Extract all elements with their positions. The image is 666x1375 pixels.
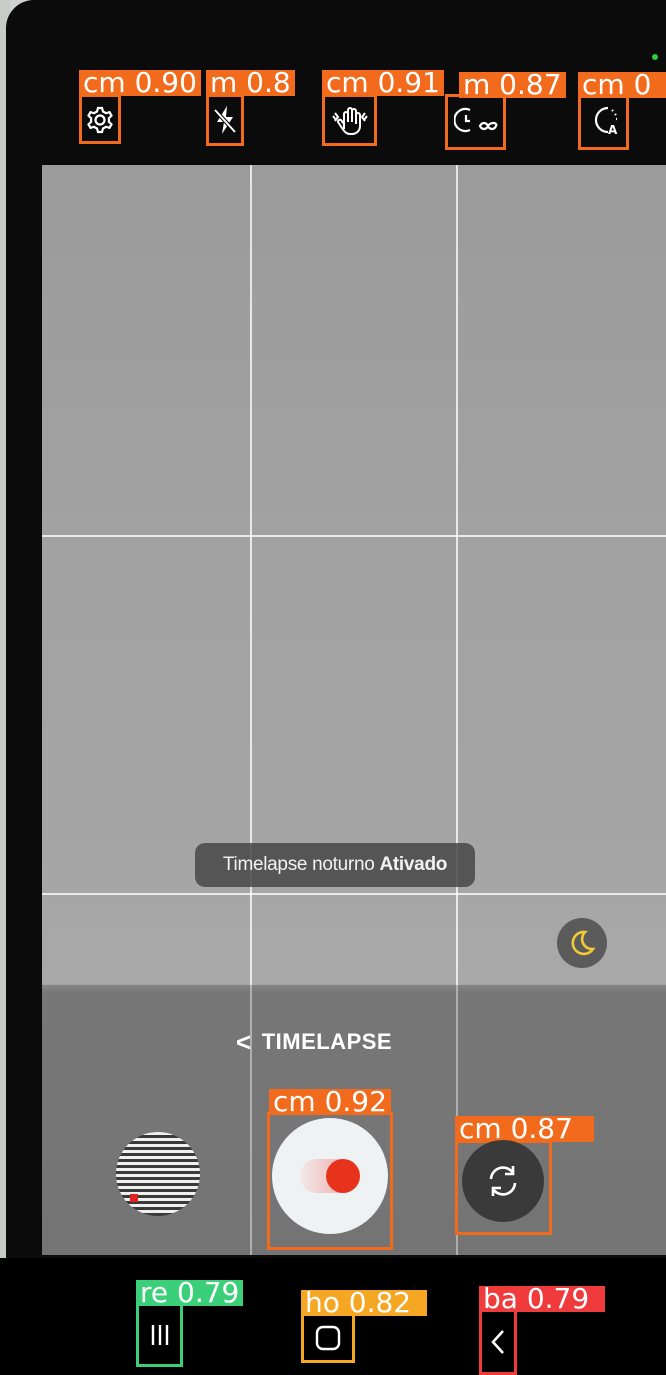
record-dot (326, 1159, 360, 1193)
chevron-left-icon: < (236, 1026, 252, 1057)
moon-icon (571, 930, 596, 956)
detection-label: cm 0.87 (455, 1115, 594, 1143)
detection-label: m 0.8 (206, 69, 295, 97)
auto-exposure-icon[interactable]: A (578, 100, 629, 140)
hand-stabilize-icon[interactable] (322, 100, 377, 140)
navigation-bar: re 0.79 ho 0.82 ba 0.79 (0, 1258, 666, 1375)
detection-label: m 0.87 (459, 71, 566, 99)
gear-icon[interactable] (79, 100, 121, 140)
detection-label: cm 0.91 (322, 69, 444, 97)
flash-off-icon[interactable] (206, 100, 244, 140)
toast-text: Timelapse noturno (222, 854, 375, 875)
detection-label: cm 0 (578, 72, 666, 98)
detection-label: cm 0.92 (269, 1088, 391, 1116)
grid-line (42, 535, 666, 537)
switch-camera-button[interactable] (462, 1140, 544, 1222)
camera-top-bar: cm 0.90 m 0.8 cm 0.91 m 0.87 cm 0 A (0, 60, 666, 160)
night-mode-button[interactable] (557, 918, 607, 968)
back-icon[interactable] (479, 1308, 517, 1375)
gallery-thumbnail[interactable] (116, 1132, 200, 1216)
mode-selector[interactable]: < TIMELAPSE (236, 1024, 392, 1060)
timer-infinite-icon[interactable] (445, 100, 506, 140)
home-icon[interactable] (301, 1313, 355, 1363)
grid-line (42, 893, 666, 895)
record-button[interactable] (272, 1118, 388, 1234)
recents-icon[interactable] (136, 1303, 183, 1367)
mode-label: TIMELAPSE (261, 1029, 393, 1054)
switch-camera-icon (489, 1166, 517, 1196)
toast-state: Ativado (379, 854, 448, 875)
toast-message: Timelapse noturno Ativado (195, 843, 475, 887)
record-icon (300, 1159, 360, 1193)
detection-label: cm 0.90 (79, 69, 201, 97)
svg-text:A: A (608, 123, 618, 137)
